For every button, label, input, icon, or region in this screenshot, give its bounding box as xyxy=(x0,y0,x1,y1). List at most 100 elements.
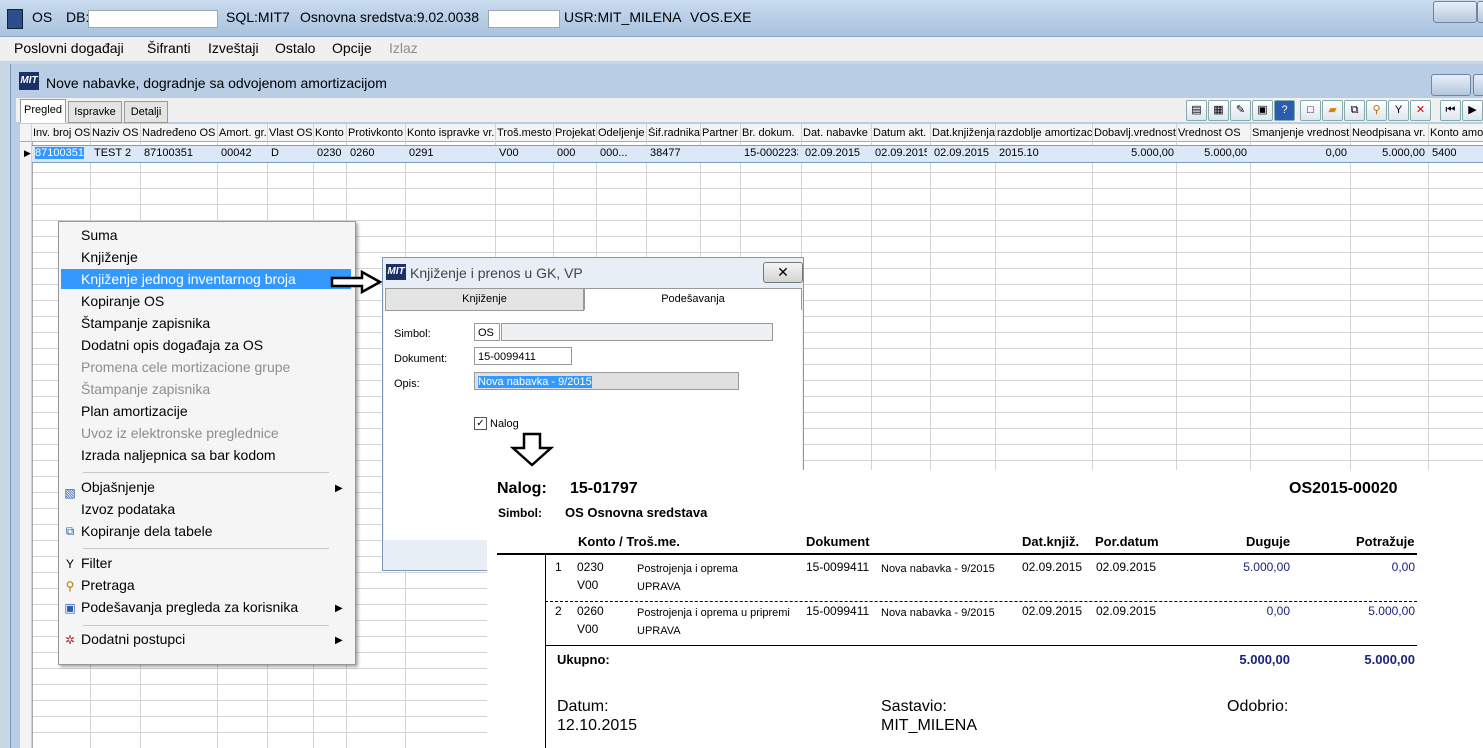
grid-cell[interactable]: 02.09.2015 xyxy=(934,147,992,159)
new-icon[interactable]: □ xyxy=(1300,100,1321,121)
grid-column-header[interactable]: Vlast OS xyxy=(269,127,314,139)
context-menu-item[interactable]: Uvoz iz elektronske preglednice xyxy=(81,425,279,441)
grid-column-header[interactable]: Dat. nabavke xyxy=(803,127,872,139)
grid-icon[interactable]: ▦ xyxy=(1208,100,1229,121)
grid-column-header[interactable]: Inv. broj OS xyxy=(33,127,91,139)
grid-column-header[interactable]: Neodpisana vr. xyxy=(1352,127,1429,139)
tab-pregled[interactable]: Pregled xyxy=(20,99,66,123)
search-icon[interactable]: ⚲ xyxy=(1366,100,1387,121)
grid-column-header[interactable]: Troš.mesto xyxy=(497,127,554,139)
maximize-button[interactable] xyxy=(1477,1,1483,23)
opis-input[interactable]: Nova nabavka - 9/2015 xyxy=(474,372,739,390)
grid-cell[interactable]: 02.09.2015 xyxy=(805,147,868,159)
grid-cell[interactable]: 15-0002233 xyxy=(744,147,798,159)
close-button[interactable]: ✕ xyxy=(763,262,803,283)
context-menu-item[interactable]: Izvoz podataka xyxy=(81,501,175,517)
grid-column-header[interactable]: Projekat xyxy=(555,127,597,139)
monitor-icon[interactable]: ▣ xyxy=(1252,100,1273,121)
tab-detalji[interactable]: Detalji xyxy=(124,101,168,123)
grid-cell[interactable]: 000... xyxy=(600,147,643,159)
context-menu-item[interactable]: Kopiranje dela tabele xyxy=(81,523,213,539)
grid-cell[interactable]: 38477 xyxy=(650,147,697,159)
child-maximize-button[interactable] xyxy=(1473,74,1483,96)
delete-icon[interactable]: ✕ xyxy=(1410,100,1431,121)
context-menu-item[interactable]: Štampanje zapisnika xyxy=(81,315,210,331)
nalog-checkbox[interactable]: ✓ xyxy=(474,417,487,430)
grid-cell[interactable]: 0260 xyxy=(350,147,402,159)
tab-ispravke[interactable]: Ispravke xyxy=(68,101,122,123)
tab-podesavanja[interactable]: Podešavanja xyxy=(584,288,802,310)
close-icon: ✕ xyxy=(777,264,789,280)
filter-icon[interactable]: Y xyxy=(1388,100,1409,121)
dialog-mit-logo: MIT xyxy=(386,264,406,280)
grid-cell[interactable]: 87100351 xyxy=(35,147,84,159)
grid-cell[interactable]: 5.000,00 xyxy=(1354,147,1425,159)
context-menu-item[interactable]: Dodatni postupci xyxy=(81,631,185,647)
grid-column-header[interactable]: razdoblje amortizac xyxy=(997,127,1093,139)
grid-cell[interactable]: 02.09.2015 xyxy=(875,147,927,159)
menu-opcije[interactable]: Opcije xyxy=(332,40,372,56)
context-menu-item[interactable]: Promena cele mortizacione grupe xyxy=(81,359,290,375)
copy-icon[interactable]: ⧉ xyxy=(1344,100,1365,121)
grid-column-header[interactable]: Datum akt. xyxy=(873,127,931,139)
menu-izvestaji[interactable]: Izveštaji xyxy=(208,40,259,56)
grid-column-header[interactable]: Amort. gr. xyxy=(219,127,268,139)
grid-cell[interactable]: 0291 xyxy=(409,147,492,159)
edit-icon[interactable]: ✎ xyxy=(1230,100,1251,121)
next-record-icon[interactable]: ▶ xyxy=(1462,100,1483,121)
grid-column-header[interactable]: Dobavlj.vrednost xyxy=(1094,127,1178,139)
grid-cell[interactable]: 2015.10 xyxy=(999,147,1089,159)
grid-column-header[interactable]: Naziv OS xyxy=(92,127,142,139)
context-menu-item[interactable]: Kopiranje OS xyxy=(81,293,164,309)
context-menu-item[interactable]: Suma xyxy=(81,227,118,243)
grid-column-header[interactable]: Br. dokum. xyxy=(742,127,802,139)
menu-poslovni[interactable]: Poslovni događaji xyxy=(14,40,124,56)
grid-column-header[interactable]: Protivkonto xyxy=(348,127,406,139)
grid-cell[interactable]: 00042 xyxy=(221,147,264,159)
col-pordatum-header: Por.datum xyxy=(1095,534,1159,549)
grid-cell[interactable]: 5.000,00 xyxy=(1096,147,1174,159)
grid-column-header[interactable]: Konto ispravke vr. xyxy=(407,127,496,139)
grid-cell[interactable]: 0,00 xyxy=(1254,147,1347,159)
grid-cell[interactable]: 0230 xyxy=(317,147,343,159)
grid-column-header[interactable]: Odeljenje xyxy=(598,127,647,139)
grid-cell[interactable]: V00 xyxy=(499,147,550,159)
context-menu-item[interactable]: Filter xyxy=(81,555,112,571)
grid-column-header[interactable]: Partner xyxy=(702,127,741,139)
context-menu-item[interactable]: Knjiženje xyxy=(81,249,138,265)
grid-column-header[interactable]: Vrednost OS xyxy=(1178,127,1251,139)
simbol-input[interactable]: OS xyxy=(474,323,500,341)
grid-column-header[interactable]: Smanjenje vrednosti xyxy=(1252,127,1351,139)
menu-sifranti[interactable]: Šifranti xyxy=(147,40,191,56)
menu-izlaz[interactable]: Izlaz xyxy=(389,40,418,56)
grid-cell[interactable]: 5.000,00 xyxy=(1180,147,1247,159)
minimize-button[interactable] xyxy=(1433,1,1477,23)
grid-cell[interactable]: 000 xyxy=(557,147,593,159)
grid-column-header[interactable]: Konto xyxy=(315,127,347,139)
context-menu-item[interactable]: Knjiženje jednog inventarnog broja xyxy=(81,271,296,287)
context-menu-item[interactable]: Pretraga xyxy=(81,577,135,593)
child-minimize-button[interactable] xyxy=(1431,74,1471,96)
grid-cell[interactable]: D xyxy=(271,147,310,159)
grid-cell[interactable]: TEST 2 xyxy=(94,147,138,159)
context-menu-item[interactable]: Izrada naljepnica sa bar kodom xyxy=(81,447,276,463)
help-icon[interactable]: ? xyxy=(1274,100,1295,121)
print-icon[interactable]: ▤ xyxy=(1186,100,1207,121)
first-record-icon[interactable]: ⏮ xyxy=(1440,100,1461,121)
folder-icon[interactable]: ▰ xyxy=(1322,100,1343,121)
grid-cell[interactable]: 87100351 xyxy=(144,147,214,159)
grid-column-header[interactable]: Nadređeno OS xyxy=(142,127,218,139)
grid-column-header[interactable]: Šif.radnika xyxy=(648,127,701,139)
context-menu-item[interactable]: Podešavanja pregleda za korisnika xyxy=(81,599,298,615)
context-menu-item[interactable]: Plan amortizacije xyxy=(81,403,188,419)
dokument-input[interactable]: 15-0099411 xyxy=(474,347,572,365)
grid-column-header[interactable]: Dat.knjiženja xyxy=(932,127,996,139)
report-nalog-number: 15-01797 xyxy=(570,480,638,497)
grid-cell[interactable]: 5400 xyxy=(1432,147,1479,159)
tab-knjizenje[interactable]: Knjiženje xyxy=(385,288,584,311)
context-menu-item[interactable]: Dodatni opis događaja za OS xyxy=(81,337,263,353)
menu-ostalo[interactable]: Ostalo xyxy=(275,40,315,56)
grid-column-header[interactable]: Konto amo xyxy=(1430,127,1483,139)
context-menu-item[interactable]: Štampanje zapisnika xyxy=(81,381,210,397)
context-menu-item[interactable]: Objašnjenje xyxy=(81,479,155,495)
